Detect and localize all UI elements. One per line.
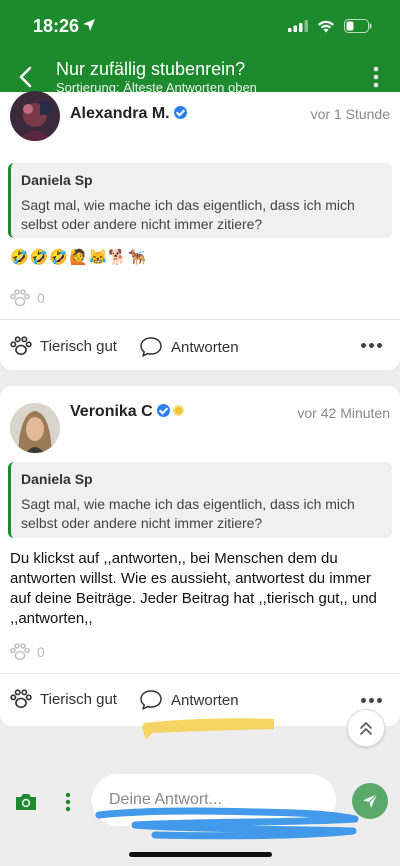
send-icon <box>363 793 378 808</box>
post-card: Alexandra M. vor 1 Stunde Daniela Sp Sag… <box>0 91 400 370</box>
paw-icon <box>10 289 30 307</box>
reply-button-label: Antworten <box>171 338 239 356</box>
like-count: 0 <box>10 289 45 307</box>
comment-icon <box>140 690 162 710</box>
back-icon[interactable] <box>15 64 37 90</box>
like-count-value: 0 <box>37 644 45 660</box>
avatar[interactable] <box>10 91 60 141</box>
app-header: 18:26 Nur zufällig stubenrein? Sortierun… <box>0 0 400 104</box>
system-indicators <box>288 19 372 33</box>
post-card: Veronika C vor 42 Minuten Daniela Sp Sag… <box>0 386 400 726</box>
scroll-to-top-button[interactable] <box>347 709 385 747</box>
reply-button[interactable]: Antworten <box>139 689 239 711</box>
status-bar: 18:26 <box>0 14 400 40</box>
signal-icon <box>288 20 308 32</box>
quote-block: Daniela Sp Sagt mal, wie mache ich das e… <box>8 462 392 538</box>
divider <box>0 319 400 320</box>
more-horizontal-icon[interactable] <box>361 343 382 348</box>
chevrons-up-icon <box>360 722 372 735</box>
paw-icon <box>10 689 32 709</box>
more-vertical-icon[interactable] <box>65 792 71 812</box>
wifi-icon <box>318 20 334 32</box>
post-body: Du klickst auf ,,antworten,, bei Mensche… <box>10 550 377 627</box>
paw-icon <box>10 336 32 356</box>
reply-button[interactable]: Antworten <box>139 336 239 358</box>
avatar[interactable] <box>10 403 60 453</box>
camera-icon[interactable] <box>14 792 38 812</box>
battery-icon <box>344 19 372 33</box>
quote-text: Sagt mal, wie mache ich das eigentlich, … <box>21 496 355 531</box>
paw-icon <box>10 643 30 661</box>
scribble-marker <box>95 807 359 840</box>
gold-badge-icon <box>172 405 184 416</box>
home-indicator <box>129 852 272 857</box>
verified-badge-icon <box>156 404 170 417</box>
location-arrow-icon <box>83 19 95 31</box>
like-button[interactable]: Tierisch gut <box>10 689 117 709</box>
post-time: vor 42 Minuten <box>297 405 390 421</box>
like-button[interactable]: Tierisch gut <box>10 336 117 356</box>
like-button-label: Tierisch gut <box>40 337 117 355</box>
page-title: Nur zufällig stubenrein? <box>56 59 246 79</box>
quote-text: Sagt mal, wie mache ich das eigentlich, … <box>21 197 355 232</box>
more-vertical-icon[interactable] <box>372 66 380 88</box>
comment-icon <box>140 337 162 357</box>
post-time: vor 1 Stunde <box>310 106 390 122</box>
quote-block: Daniela Sp Sagt mal, wie mache ich das e… <box>8 163 392 238</box>
highlight-marker <box>142 718 274 740</box>
author-name[interactable]: Veronika C <box>70 403 184 421</box>
status-time: 18:26 <box>33 16 80 36</box>
reply-button-label: Antworten <box>171 691 239 709</box>
like-count-value: 0 <box>37 290 45 306</box>
quote-author: Daniela Sp <box>21 172 93 188</box>
author-name[interactable]: Alexandra M. <box>70 105 187 123</box>
quote-author: Daniela Sp <box>21 471 93 487</box>
post-body: 🤣🤣🤣🙋😹🐕🐕‍🦺 <box>10 249 148 266</box>
like-count: 0 <box>10 643 45 661</box>
like-button-label: Tierisch gut <box>40 690 117 708</box>
verified-badge-icon <box>173 106 187 119</box>
more-horizontal-icon[interactable] <box>361 698 382 703</box>
divider <box>0 673 400 674</box>
